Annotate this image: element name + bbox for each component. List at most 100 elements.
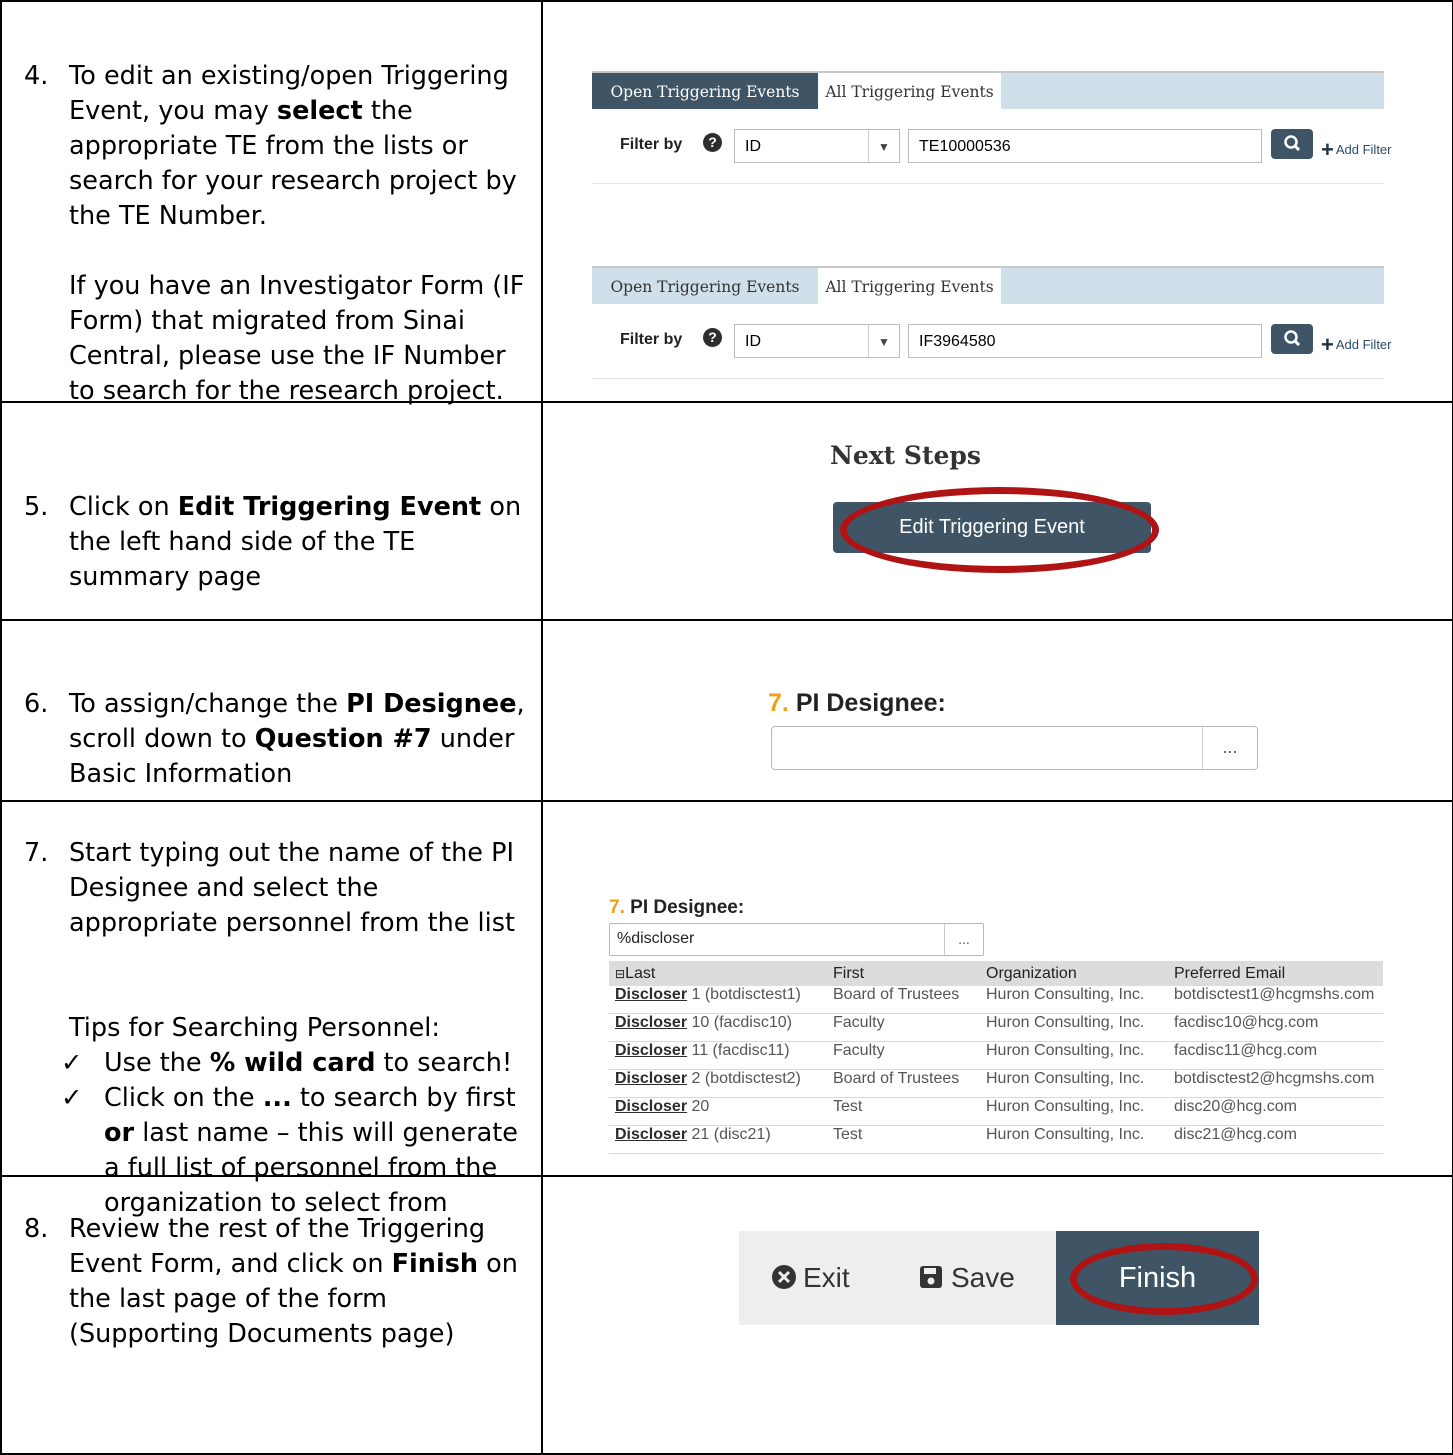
tab-all-triggering-events[interactable]: All Triggering Events [818, 73, 1001, 111]
tab-bar: Open Triggering Events All Triggering Ev… [592, 71, 1384, 111]
filter-row: Filter by ? ID ▼ TE10000536 + Add Filter [592, 109, 1392, 184]
step-6-text: 6. To assign/change the PI Designee, scr… [24, 689, 525, 789]
form-action-bar: Exit Save Finish [739, 1231, 1259, 1325]
cell-email: facdisc10@hcg.com [1168, 1013, 1383, 1042]
highlight-ellipse [1070, 1243, 1258, 1315]
step-row-4: 4. To edit an existing/open Triggering E… [0, 0, 1453, 406]
cell-first: Faculty [827, 1013, 980, 1042]
step-4-if-paragraph: If you have an Investigator Form (IF For… [69, 271, 525, 406]
tab-bar: Open Triggering Events All Triggering Ev… [592, 266, 1384, 306]
tab-all-triggering-events[interactable]: All Triggering Events [818, 268, 1001, 306]
cell-first: Test [827, 1125, 980, 1154]
cell-email: disc21@hcg.com [1168, 1125, 1383, 1154]
step-number: 7. [24, 838, 49, 868]
discloser-link[interactable]: Discloser [615, 1014, 687, 1031]
table-row[interactable]: Discloser 2 (botdisctest2) Board of Trus… [609, 1069, 1383, 1098]
search-icon [1284, 330, 1301, 347]
filter-value-input[interactable]: TE10000536 [908, 129, 1262, 163]
step-8-text: 8. Review the rest of the Triggering Eve… [24, 1214, 518, 1349]
filter-by-label: Filter by [620, 331, 683, 348]
step-text-cell: 4. To edit an existing/open Triggering E… [0, 0, 543, 406]
save-button[interactable]: Save [919, 1231, 1015, 1325]
search-icon [1284, 135, 1301, 152]
filter-row: Filter by ? ID ▼ IF3964580 + Add Filter [592, 304, 1392, 379]
cell-organization: Huron Consulting, Inc. [980, 1069, 1168, 1098]
dropdown-arrow-icon: ▼ [868, 130, 899, 162]
next-steps-heading: Next Steps [830, 441, 981, 470]
lookup-button[interactable]: ... [1202, 727, 1257, 769]
table-row[interactable]: Discloser 21 (disc21) Test Huron Consult… [609, 1125, 1383, 1154]
lookup-button[interactable]: ... [944, 924, 983, 955]
cell-organization: Huron Consulting, Inc. [980, 1097, 1168, 1126]
cell-organization: Huron Consulting, Inc. [980, 1125, 1168, 1154]
exit-button[interactable]: Exit [771, 1231, 850, 1325]
tab-open-triggering-events[interactable]: Open Triggering Events [592, 268, 818, 306]
col-header-organization[interactable]: Organization [980, 961, 1168, 986]
step-image-cell: Open Triggering Events All Triggering Ev… [541, 0, 1453, 403]
table-row[interactable]: Discloser 20 Test Huron Consulting, Inc.… [609, 1097, 1383, 1126]
cell-last: Discloser 21 (disc21) [609, 1125, 827, 1154]
step-text-cell: 6. To assign/change the PI Designee, scr… [0, 619, 543, 802]
col-header-last[interactable]: ⊟Last [609, 961, 827, 986]
discloser-link[interactable]: Discloser [615, 986, 687, 1003]
save-disk-icon [920, 1266, 942, 1288]
step-row-7: 7. Start typing out the name of the PI D… [0, 800, 1453, 1218]
cell-organization: Huron Consulting, Inc. [980, 1013, 1168, 1042]
close-circle-icon [772, 1265, 796, 1289]
help-circle-icon[interactable]: ? [703, 328, 722, 347]
filter-by-label: Filter by [620, 136, 683, 153]
plus-icon: + [1321, 332, 1334, 357]
instruction-table: 4. To edit an existing/open Triggering E… [0, 0, 1453, 1455]
filter-field-select[interactable]: ID ▼ [734, 129, 900, 163]
discloser-link[interactable]: Discloser [615, 1098, 687, 1115]
discloser-link[interactable]: Discloser [615, 1126, 687, 1143]
discloser-link[interactable]: Discloser [615, 1042, 687, 1059]
te-filter-panel: Open Triggering Events All Triggering Ev… [592, 71, 1392, 184]
pi-designee-input[interactable]: ... [771, 726, 1258, 770]
help-circle-icon[interactable]: ? [703, 133, 722, 152]
discloser-link[interactable]: Discloser [615, 1070, 687, 1087]
step-text-cell: 8. Review the rest of the Triggering Eve… [0, 1175, 543, 1455]
filter-value-input[interactable]: IF3964580 [908, 324, 1262, 358]
table-row[interactable]: Discloser 11 (facdisc11) Faculty Huron C… [609, 1041, 1383, 1070]
step-row-6: 6. To assign/change the PI Designee, scr… [0, 619, 1453, 802]
step-image-cell: 7. PI Designee: %discloser ... ⊟Last Fir… [541, 800, 1453, 1177]
if-filter-panel: Open Triggering Events All Triggering Ev… [592, 266, 1392, 379]
add-filter-link[interactable]: + Add Filter [1321, 137, 1392, 163]
dropdown-arrow-icon: ▼ [868, 325, 899, 357]
step-4-paragraph: To edit an existing/open Triggering Even… [69, 61, 517, 231]
checkmark-icon: ✓ [61, 1048, 83, 1078]
cell-first: Board of Trustees [827, 986, 980, 1014]
tips-heading: Tips for Searching Personnel: [69, 1013, 440, 1043]
search-button[interactable] [1271, 129, 1313, 159]
step-text-cell: 5. Click on Edit Triggering Event on the… [0, 401, 543, 621]
pi-designee-search-input[interactable]: %discloser ... [609, 923, 984, 956]
cell-email: botdisctest1@hcgmshs.com [1168, 986, 1383, 1014]
table-header-row: ⊟Last First Organization Preferred Email [609, 961, 1383, 986]
step-row-5: 5. Click on Edit Triggering Event on the… [0, 401, 1453, 621]
cell-last: Discloser 20 [609, 1097, 827, 1126]
add-filter-link[interactable]: + Add Filter [1321, 332, 1392, 358]
step-image-cell: Exit Save Finish [541, 1175, 1453, 1455]
table-row[interactable]: Discloser 1 (botdisctest1) Board of Trus… [609, 986, 1383, 1014]
col-header-first[interactable]: First [827, 961, 980, 986]
cell-first: Test [827, 1097, 980, 1126]
cell-organization: Huron Consulting, Inc. [980, 986, 1168, 1014]
cell-email: botdisctest2@hcgmshs.com [1168, 1069, 1383, 1098]
personnel-results-table: ⊟Last First Organization Preferred Email… [609, 961, 1383, 1154]
col-header-email[interactable]: Preferred Email [1168, 961, 1383, 986]
step-number: 8. [24, 1214, 49, 1244]
tab-open-triggering-events[interactable]: Open Triggering Events [592, 73, 818, 111]
highlight-ellipse [840, 487, 1159, 573]
cell-last: Discloser 1 (botdisctest1) [609, 986, 827, 1014]
pi-designee-label: 7. PI Designee: [768, 689, 946, 717]
table-row[interactable]: Discloser 10 (facdisc10) Faculty Huron C… [609, 1013, 1383, 1042]
plus-icon: + [1321, 137, 1334, 162]
search-button[interactable] [1271, 324, 1313, 354]
step-image-cell: Next Steps Edit Triggering Event [541, 401, 1453, 621]
step-number: 5. [24, 492, 49, 522]
step-5-text: 5. Click on Edit Triggering Event on the… [24, 492, 522, 592]
step-number: 6. [24, 689, 49, 719]
cell-first: Faculty [827, 1041, 980, 1070]
filter-field-select[interactable]: ID ▼ [734, 324, 900, 358]
